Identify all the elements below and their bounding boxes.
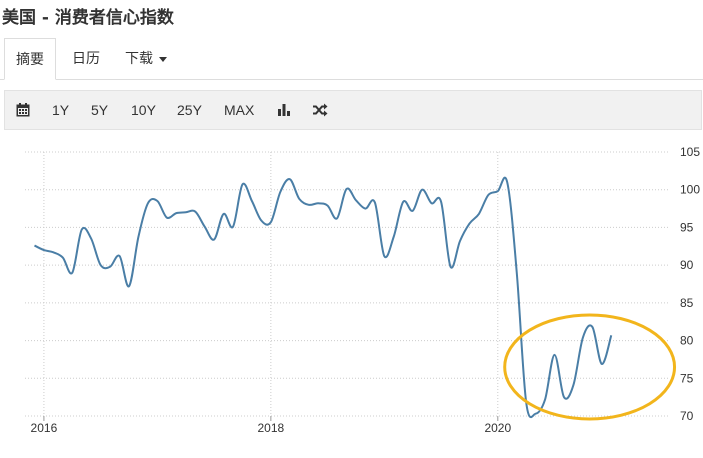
x-tick-label: 2016	[31, 421, 58, 435]
page-title: 美国 - 消费者信心指数	[2, 8, 174, 28]
shuffle-icon[interactable]	[311, 91, 329, 129]
range-25y-button[interactable]: 25Y	[177, 91, 202, 129]
caret-down-icon	[159, 56, 167, 62]
y-tick-label: 85	[680, 296, 694, 310]
y-tick-label: 70	[680, 409, 694, 423]
range-1y-button[interactable]: 1Y	[52, 91, 69, 129]
bar-chart-icon[interactable]	[276, 91, 292, 129]
y-tick-label: 105	[680, 145, 700, 159]
range-10y-button[interactable]: 10Y	[131, 91, 156, 129]
tab-calendar[interactable]: 日历	[64, 38, 108, 80]
calendar-icon[interactable]	[15, 91, 31, 129]
x-tick-label: 2018	[258, 421, 285, 435]
tab-download[interactable]: 下载	[116, 38, 176, 80]
series-line	[34, 176, 613, 419]
x-tick-label: 2020	[484, 421, 511, 435]
y-tick-label: 95	[680, 220, 694, 234]
range-max-button[interactable]: MAX	[224, 91, 254, 129]
tab-summary-label: 摘要	[16, 52, 44, 68]
tab-calendar-label: 日历	[72, 51, 100, 67]
chart-toolbar: 1Y 5Y 10Y 25Y MAX	[4, 90, 702, 130]
y-tick-label: 100	[680, 183, 700, 197]
y-tick-label: 80	[680, 334, 694, 348]
line-chart: 70 75 80 85 90 95 100 105 2016 2018 2020	[25, 145, 700, 435]
chart-area: 70 75 80 85 90 95 100 105 2016 2018 2020	[0, 135, 703, 453]
y-tick-label: 90	[680, 258, 694, 272]
tab-download-label: 下载	[125, 51, 153, 67]
y-tick-label: 75	[680, 371, 694, 385]
tab-summary[interactable]: 摘要	[4, 38, 56, 80]
highlight-ellipse	[503, 313, 677, 421]
tab-bar: 摘要 日历 下载	[0, 38, 703, 80]
range-5y-button[interactable]: 5Y	[91, 91, 108, 129]
